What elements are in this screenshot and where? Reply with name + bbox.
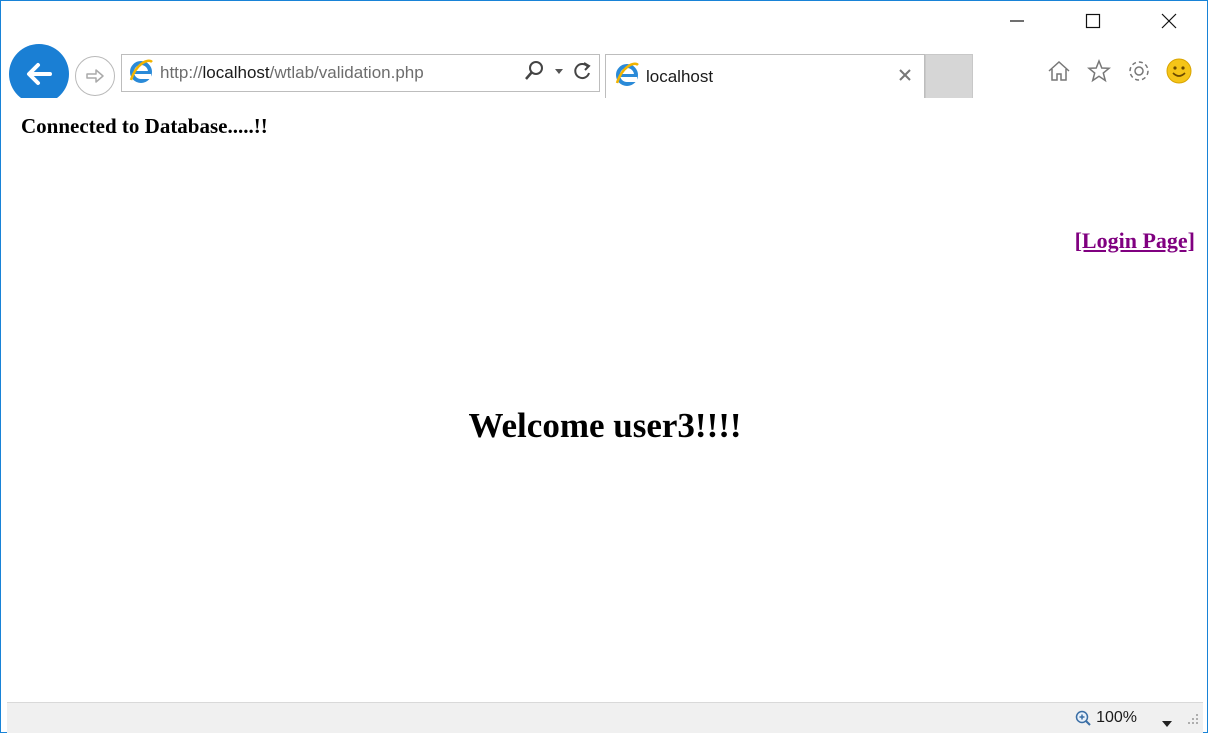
browser-window: http://localhost/wtlab/validation.php lo… bbox=[0, 0, 1208, 733]
maximize-button[interactable] bbox=[1055, 1, 1131, 41]
window-controls bbox=[979, 1, 1207, 41]
resize-grip-icon bbox=[1188, 714, 1198, 724]
minimize-icon bbox=[1010, 20, 1024, 22]
back-button[interactable] bbox=[9, 44, 69, 104]
zoom-level: 100% bbox=[1096, 709, 1137, 726]
forward-arrow-icon bbox=[86, 69, 104, 83]
ie-logo-icon bbox=[128, 58, 154, 89]
dropdown-icon bbox=[555, 69, 563, 74]
tab-localhost[interactable]: localhost bbox=[605, 54, 925, 98]
browser-toolbar bbox=[1045, 57, 1193, 85]
ie-logo-icon bbox=[614, 61, 640, 92]
feedback-button[interactable] bbox=[1165, 57, 1193, 85]
search-button[interactable] bbox=[523, 60, 545, 87]
forward-button[interactable] bbox=[75, 56, 115, 96]
search-icon bbox=[525, 60, 543, 80]
url-text[interactable]: http://localhost/wtlab/validation.php bbox=[160, 63, 424, 83]
zoom-control[interactable]: 100% bbox=[1074, 709, 1137, 727]
connection-status-text: Connected to Database.....!! bbox=[21, 114, 268, 138]
login-page-link[interactable]: [Login Page] bbox=[1075, 228, 1195, 254]
status-bar: 100% bbox=[7, 702, 1203, 733]
resize-grip[interactable] bbox=[1187, 712, 1199, 730]
address-dropdown-button[interactable] bbox=[553, 64, 565, 82]
zoom-dropdown-button[interactable] bbox=[1161, 715, 1173, 733]
page-content: Connected to Database.....!! [Login Page… bbox=[7, 98, 1203, 702]
home-icon bbox=[1048, 60, 1070, 81]
back-arrow-icon bbox=[27, 63, 52, 85]
tab-title: localhost bbox=[646, 66, 714, 86]
feedback-smiley-icon bbox=[1166, 58, 1192, 84]
minimize-button[interactable] bbox=[979, 1, 1055, 41]
settings-button[interactable] bbox=[1125, 57, 1153, 85]
refresh-icon bbox=[574, 61, 591, 79]
welcome-heading: Welcome user3!!!! bbox=[468, 406, 742, 445]
close-icon bbox=[899, 69, 911, 81]
new-tab-button[interactable] bbox=[925, 54, 973, 98]
tab-close-button[interactable] bbox=[896, 66, 914, 84]
favorites-button[interactable] bbox=[1085, 57, 1113, 85]
home-button[interactable] bbox=[1045, 57, 1073, 85]
close-icon bbox=[1161, 13, 1177, 29]
chevron-down-icon bbox=[1162, 721, 1172, 727]
favorites-star-icon bbox=[1087, 58, 1111, 83]
refresh-button[interactable] bbox=[573, 61, 593, 86]
address-tools bbox=[523, 55, 593, 91]
address-bar[interactable]: http://localhost/wtlab/validation.php bbox=[121, 54, 600, 92]
zoom-icon bbox=[1075, 710, 1091, 726]
close-window-button[interactable] bbox=[1131, 1, 1207, 41]
settings-gear-icon bbox=[1129, 61, 1149, 81]
maximize-icon bbox=[1085, 13, 1101, 29]
